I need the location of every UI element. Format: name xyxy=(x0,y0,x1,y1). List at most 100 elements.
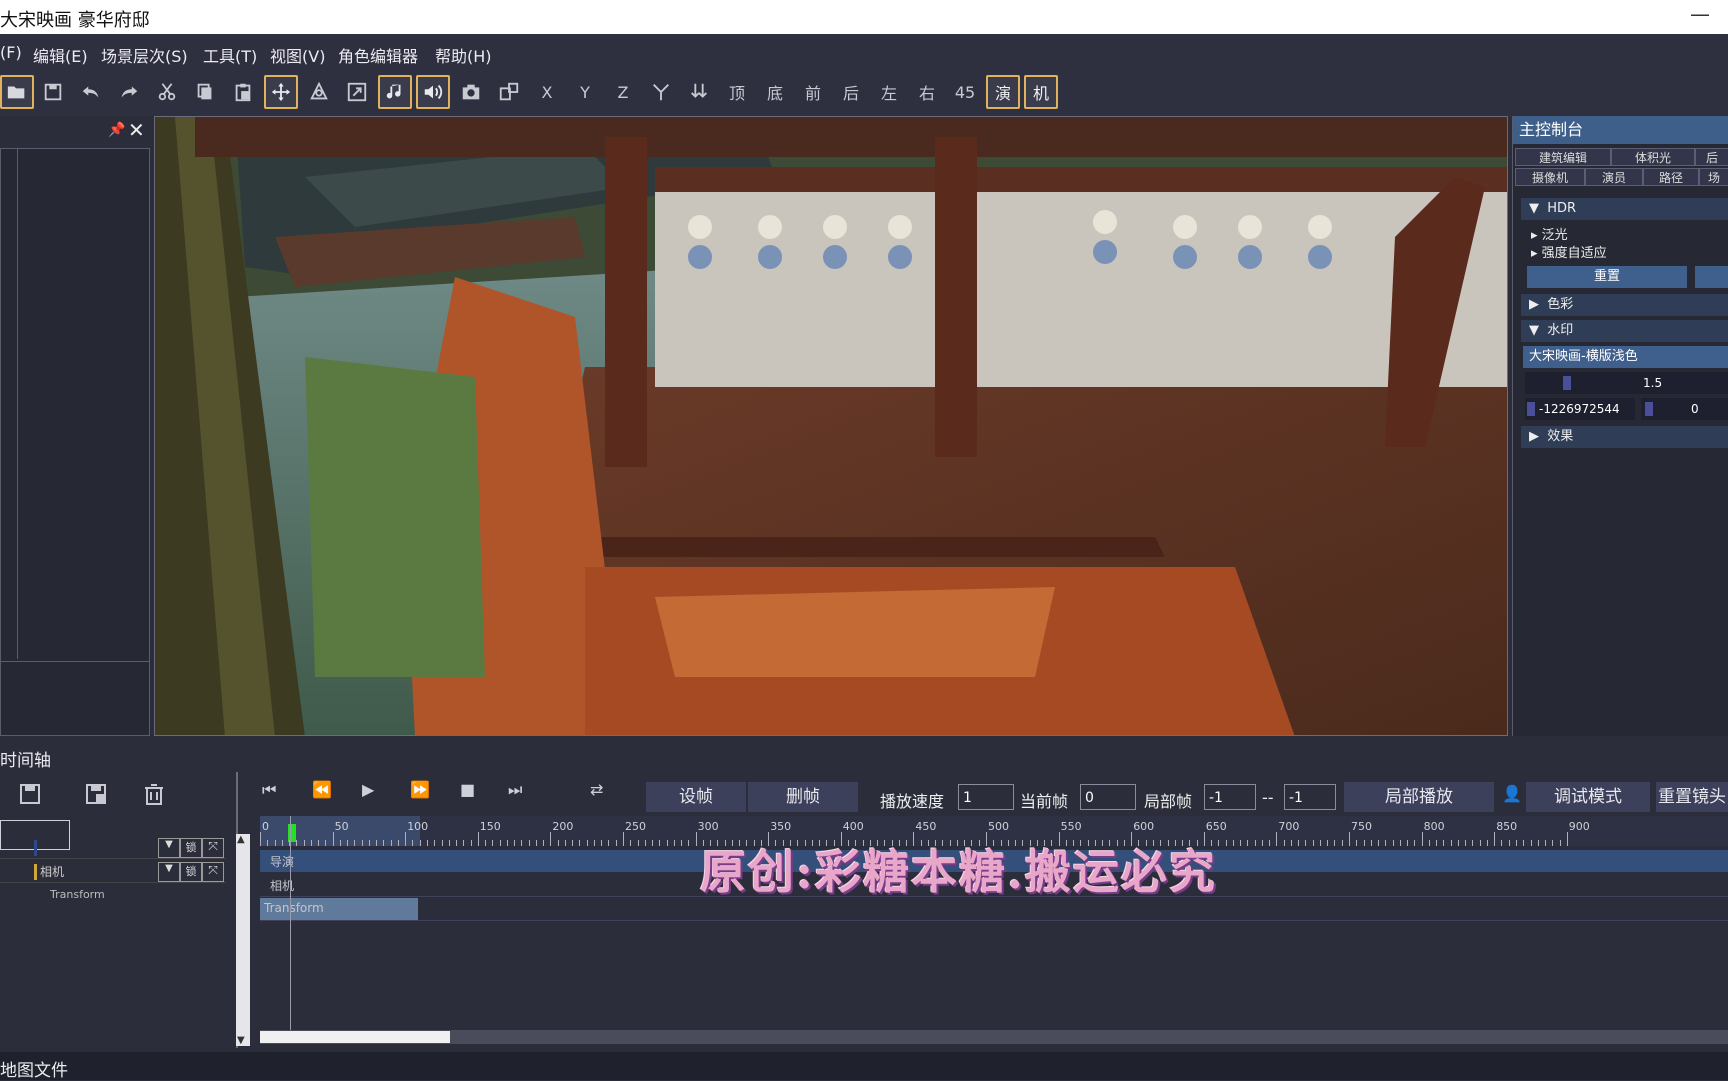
snap-icon[interactable] xyxy=(644,75,678,109)
axis-y-button[interactable]: Y xyxy=(568,75,602,109)
transform-clip[interactable]: Transform xyxy=(260,898,418,920)
drop-icon[interactable] xyxy=(682,75,716,109)
section-color[interactable]: ▶ 色彩 xyxy=(1521,294,1728,316)
menu-tools[interactable]: 工具(T) xyxy=(203,43,257,67)
actor-icon[interactable]: 👤 xyxy=(1502,784,1522,803)
save-timeline-icon[interactable] xyxy=(18,782,42,810)
track-row-transform[interactable]: Transform xyxy=(0,884,226,906)
tab-building[interactable]: 建筑编辑 xyxy=(1515,148,1611,166)
view-back-button[interactable]: 后 xyxy=(834,75,868,109)
menu-scene[interactable]: 场景层次(S) xyxy=(101,43,188,67)
pin-icon[interactable]: 📌 xyxy=(108,122,125,138)
paste-icon[interactable] xyxy=(226,75,260,109)
axis-z-button[interactable]: Z xyxy=(606,75,640,109)
3d-viewport[interactable] xyxy=(154,116,1508,736)
ruler-tick xyxy=(1254,840,1256,846)
delete-frame-button[interactable]: 删帧 xyxy=(748,782,858,812)
tab-post[interactable]: 后 xyxy=(1695,148,1728,166)
track-row-director[interactable]: ▼ 锁 ⤧ xyxy=(0,836,226,859)
camera-icon[interactable] xyxy=(454,75,488,109)
dropdown-icon[interactable]: ▼ xyxy=(158,838,180,858)
tab-actor[interactable]: 演员 xyxy=(1585,168,1643,186)
next-frame-icon[interactable]: ⏩ xyxy=(410,780,430,799)
scale-icon[interactable] xyxy=(340,75,374,109)
section-effect[interactable]: ▶ 效果 xyxy=(1521,426,1728,448)
stop-icon[interactable]: ■ xyxy=(460,780,475,799)
tab-camera[interactable]: 摄像机 xyxy=(1515,168,1585,186)
lock-button[interactable]: 锁 xyxy=(180,862,202,882)
undo-icon[interactable] xyxy=(74,75,108,109)
save-icon[interactable] xyxy=(36,75,70,109)
local-to-input[interactable]: -1 xyxy=(1284,784,1336,810)
scroll-down-icon[interactable]: ▼ xyxy=(237,1035,245,1046)
set-frame-button[interactable]: 设帧 xyxy=(646,782,746,812)
cut-icon[interactable] xyxy=(150,75,184,109)
save-as-icon[interactable] xyxy=(84,782,108,810)
track-row-camera[interactable]: 相机 ▼ 锁 ⤧ xyxy=(0,860,226,883)
view-45-button[interactable]: 45 xyxy=(948,75,982,109)
menu-view[interactable]: 视图(V) xyxy=(270,43,325,67)
layout-icon[interactable] xyxy=(492,75,526,109)
loop-icon[interactable]: ⇄ xyxy=(590,780,603,799)
tab-path[interactable]: 路径 xyxy=(1643,168,1699,186)
slider-handle[interactable] xyxy=(1527,402,1535,416)
menu-character-editor[interactable]: 角色编辑器 xyxy=(338,43,418,67)
prev-frame-icon[interactable]: ⏪ xyxy=(312,780,332,799)
go-start-icon[interactable]: ⏮ xyxy=(262,780,276,800)
lock-button[interactable]: 锁 xyxy=(180,838,202,858)
camera-mode-button[interactable]: 机 xyxy=(1024,75,1058,109)
scale-slider[interactable]: 1.5 xyxy=(1525,372,1728,394)
slider-handle[interactable] xyxy=(1645,402,1653,416)
minimize-button[interactable]: — xyxy=(1690,2,1710,26)
scroll-up-icon[interactable]: ▲ xyxy=(237,834,245,845)
adaptive-item[interactable]: ▸ 强度自适应 xyxy=(1531,242,1607,261)
reset-button-2[interactable] xyxy=(1695,266,1728,288)
section-watermark[interactable]: ▼ 水印 xyxy=(1521,320,1728,342)
act-mode-button[interactable]: 演 xyxy=(986,75,1020,109)
speed-input[interactable]: 1 xyxy=(958,784,1014,810)
view-bottom-button[interactable]: 底 xyxy=(758,75,792,109)
ruler-label: 200 xyxy=(552,820,574,833)
view-top-button[interactable]: 顶 xyxy=(720,75,754,109)
menu-edit[interactable]: 编辑(E) xyxy=(33,43,88,67)
watermark-overlay: 原创:彩糖本糖.搬运必究 xyxy=(700,845,1217,899)
trash-icon[interactable] xyxy=(142,782,166,810)
scene-tree[interactable] xyxy=(0,148,150,736)
copy-icon[interactable] xyxy=(188,75,222,109)
dropdown-icon[interactable]: ▼ xyxy=(158,862,180,882)
scrollbar-thumb[interactable] xyxy=(260,1031,450,1043)
redo-icon[interactable] xyxy=(112,75,146,109)
go-end-icon[interactable]: ⏭ xyxy=(508,780,522,800)
reset-camera-button[interactable]: 重置镜头 xyxy=(1656,782,1728,812)
open-folder-icon[interactable] xyxy=(0,75,34,109)
slider-handle[interactable] xyxy=(1563,376,1571,390)
local-play-button[interactable]: 局部播放 xyxy=(1344,782,1494,812)
sound-icon[interactable] xyxy=(416,75,450,109)
move-icon[interactable] xyxy=(264,75,298,109)
section-hdr[interactable]: ▼ HDR xyxy=(1521,198,1728,220)
menu-file[interactable]: (F) xyxy=(0,43,22,62)
axis-x-button[interactable]: X xyxy=(530,75,564,109)
rotate-icon[interactable] xyxy=(302,75,336,109)
close-icon[interactable]: ✕ xyxy=(128,118,145,142)
expand-icon[interactable]: ⤧ xyxy=(202,862,224,882)
view-right-button[interactable]: 右 xyxy=(910,75,944,109)
bloom-item[interactable]: ▸ 泛光 xyxy=(1531,224,1568,243)
music-icon[interactable] xyxy=(378,75,412,109)
current-frame-input[interactable]: 0 xyxy=(1080,784,1136,810)
reset-button[interactable]: 重置 xyxy=(1527,266,1687,288)
view-left-button[interactable]: 左 xyxy=(872,75,906,109)
watermark-select[interactable]: 大宋映画-横版浅色 xyxy=(1523,346,1728,368)
tab-volume-light[interactable]: 体积光 xyxy=(1611,148,1695,166)
tab-scene[interactable]: 场 xyxy=(1699,168,1728,186)
play-icon[interactable]: ▶ xyxy=(362,780,374,799)
vertical-scrollbar[interactable]: ▲ ▼ xyxy=(236,834,250,1046)
expand-icon[interactable]: ⤧ xyxy=(202,838,224,858)
local-from-input[interactable]: -1 xyxy=(1204,784,1256,810)
coord-x-field[interactable]: -1226972544 xyxy=(1525,398,1635,420)
debug-mode-button[interactable]: 调试模式 xyxy=(1526,782,1650,812)
view-front-button[interactable]: 前 xyxy=(796,75,830,109)
menu-help[interactable]: 帮助(H) xyxy=(435,43,492,67)
horizontal-scrollbar[interactable] xyxy=(260,1030,1728,1044)
coord-y-field[interactable]: 0 xyxy=(1641,398,1728,420)
